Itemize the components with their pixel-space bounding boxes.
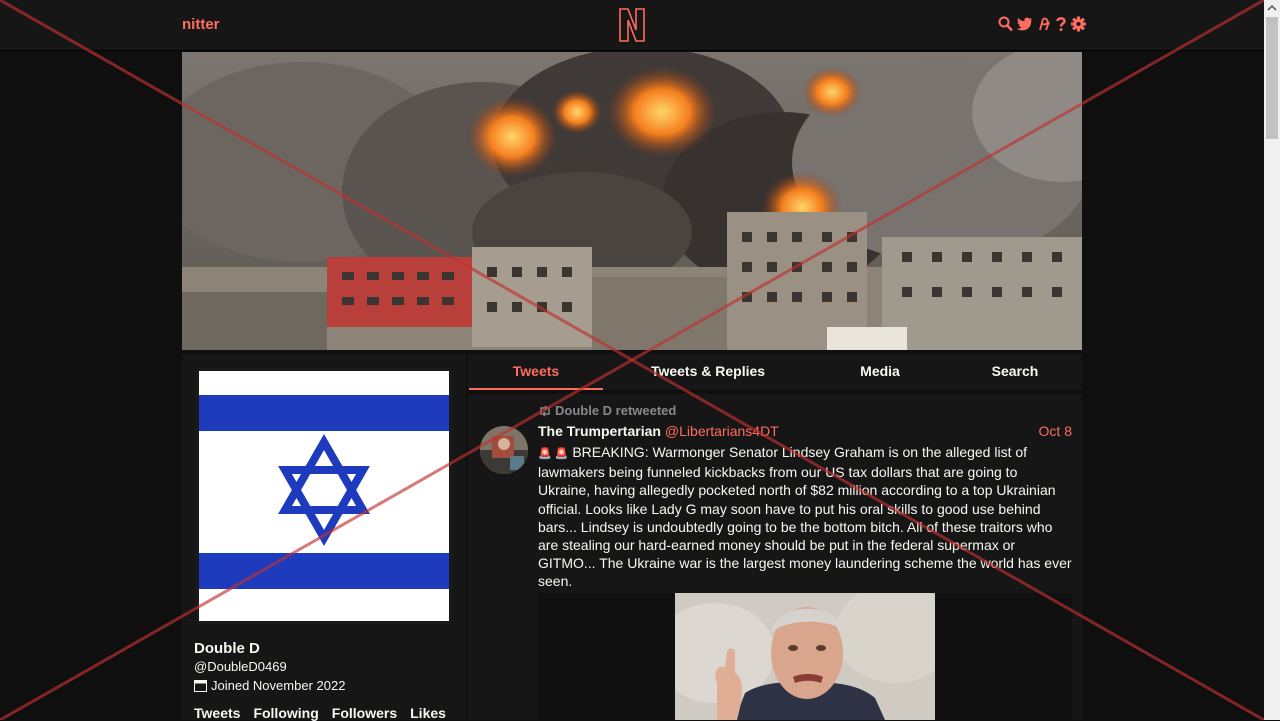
stat-tweets: Tweets [194,705,241,721]
stat-following[interactable]: Following [253,705,318,721]
tweet-image[interactable] [675,593,935,720]
tweet-date[interactable]: Oct 8 [1039,423,1072,439]
timeline-tabs: Tweets Tweets & Replies Media Search [468,354,1082,390]
calendar-icon [194,680,207,692]
gear-icon[interactable] [1071,16,1086,32]
profile-name[interactable]: Double D [194,640,260,657]
tab-tweets-replies[interactable]: Tweets & Replies [618,354,798,390]
retweet-label: Double D retweeted [555,403,677,418]
timeline: Double D retweeted The Trumpertarian @Lib… [468,394,1082,720]
profile-stats: Tweets Following Followers Likes [194,705,446,721]
help-icon[interactable] [1055,16,1067,32]
bird-icon[interactable] [1016,16,1033,32]
tab-search[interactable]: Search [948,354,1082,390]
profile-handle[interactable]: @DoubleD0469 [194,659,287,674]
nitter-logo-icon[interactable] [618,8,646,42]
navbar: nitter [0,0,1264,51]
join-date: Joined November 2022 [194,678,345,693]
brand-link[interactable]: nitter [182,16,220,33]
tab-media[interactable]: Media [813,354,947,390]
retweet-header: Double D retweeted [538,403,676,418]
tweet-username[interactable]: @Libertarians4DT [665,423,779,439]
tweet-header: The Trumpertarian @Libertarians4DT Oct 8 [538,423,1072,439]
tweet-content: 🚨 🚨 BREAKING: Warmonger Senator Lindsey … [538,443,1072,591]
join-date-text: Joined November 2022 [211,678,346,693]
rss-icon[interactable] [1037,16,1051,32]
scrollbar-thumb[interactable] [1266,17,1278,139]
profile-card: Double D @DoubleD0469 Joined November 20… [182,354,466,721]
profile-banner[interactable] [182,52,1082,350]
banner-image [182,52,1082,350]
stat-followers[interactable]: Followers [332,705,397,721]
nav-icons [998,16,1086,32]
siren-emoji: 🚨 🚨 [538,448,569,460]
tweet-media[interactable] [538,593,1072,720]
stat-likes: Likes [410,705,446,721]
page-scrollbar[interactable] [1264,0,1280,720]
israel-flag-icon [199,371,449,621]
tweet-fullname[interactable]: The Trumpertarian [538,423,661,439]
tweet-text: BREAKING: Warmonger Senator Lindsey Grah… [538,444,1072,590]
tab-tweets[interactable]: Tweets [469,354,603,390]
scroll-up-arrow-icon[interactable] [1264,0,1280,16]
avatar[interactable] [196,368,452,624]
search-icon[interactable] [998,16,1013,32]
tweet-avatar[interactable] [480,426,528,474]
retweet-icon [540,404,550,417]
